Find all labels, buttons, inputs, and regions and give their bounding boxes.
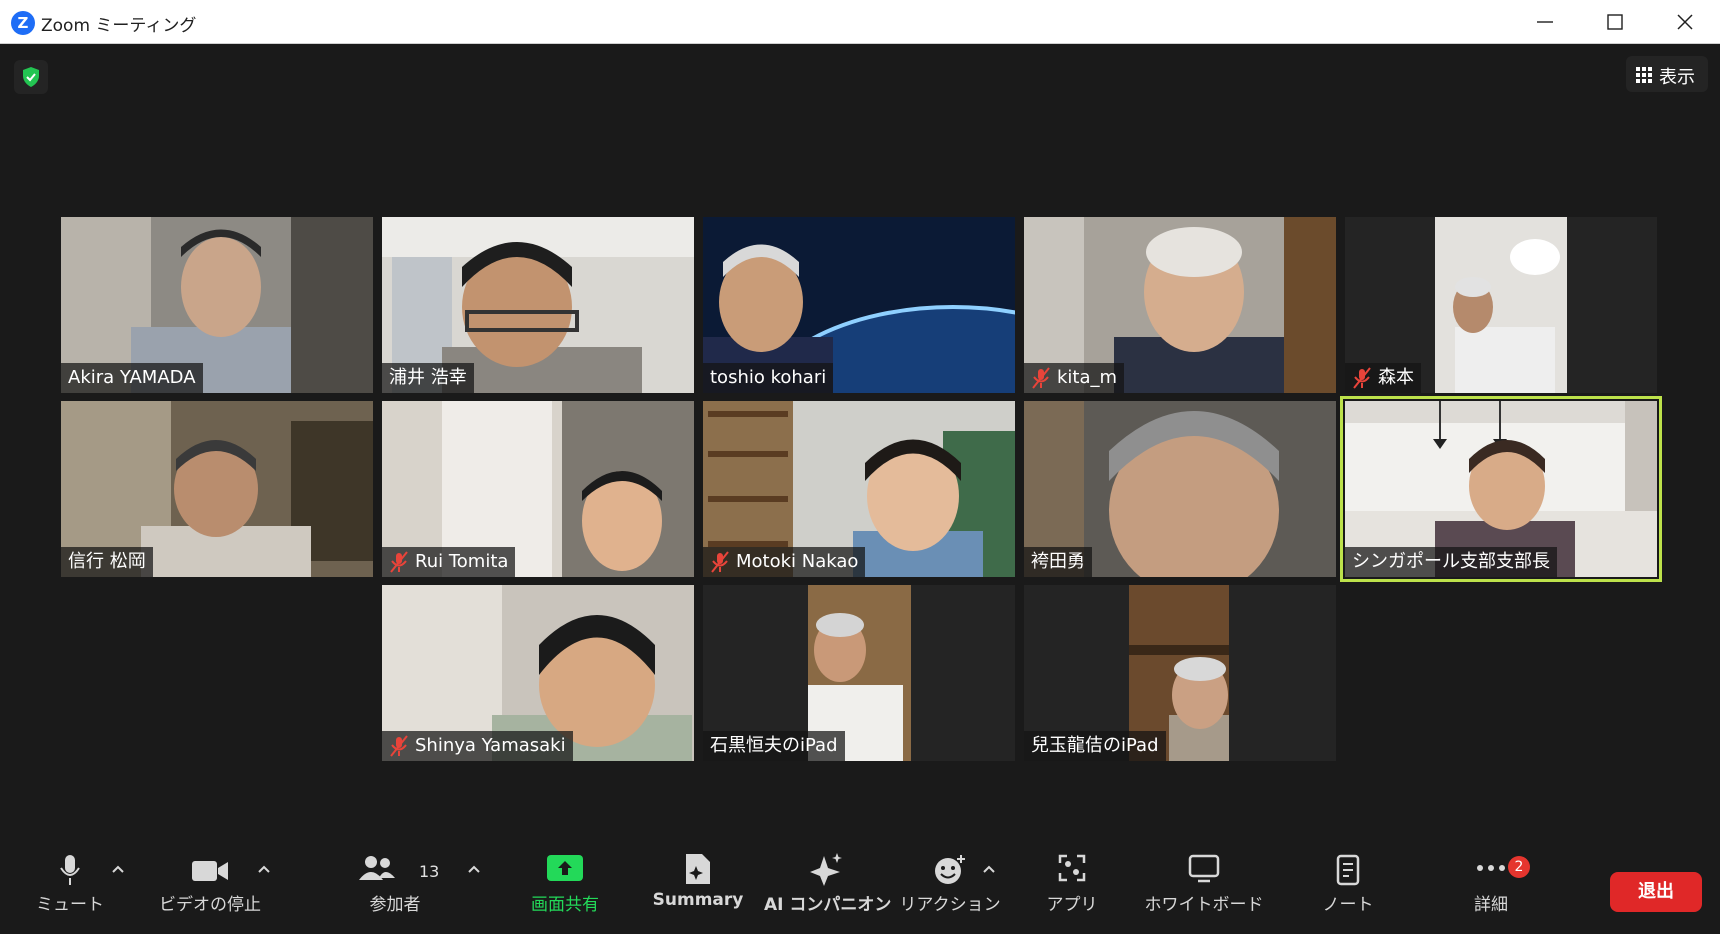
- apps-icon: [1058, 854, 1086, 882]
- video-tile[interactable]: Rui Tomita: [382, 401, 694, 577]
- participant-name: 石黒恒夫のiPad: [710, 735, 838, 756]
- ai-companion-label: AI コンパニオン: [764, 895, 892, 915]
- whiteboard-button[interactable]: ホワイトボード: [1140, 854, 1268, 934]
- whiteboard-icon: [1188, 854, 1220, 883]
- notes-button[interactable]: ノート: [1306, 854, 1390, 934]
- participant-name: Shinya Yamasaki: [415, 735, 566, 756]
- video-tile[interactable]: Shinya Yamasaki: [382, 585, 694, 761]
- stop-video-button[interactable]: ビデオの停止: [150, 854, 270, 934]
- muted-mic-icon: [1353, 367, 1371, 389]
- video-tile[interactable]: 信行 松岡: [61, 401, 373, 577]
- participant-name: 森本: [1378, 367, 1414, 388]
- security-shield-button[interactable]: [14, 60, 48, 94]
- notes-icon: [1336, 854, 1360, 886]
- mute-label: ミュート: [36, 895, 104, 915]
- microphone-icon: [60, 855, 80, 885]
- participant-name: Akira YAMADA: [68, 367, 196, 388]
- video-tile[interactable]: kita_m: [1024, 217, 1336, 393]
- participant-name: シンガポール支部支部長: [1352, 551, 1550, 572]
- participant-name-tag: 石黒恒夫のiPad: [703, 731, 845, 761]
- stop-video-label: ビデオの停止: [159, 895, 261, 915]
- participant-name: 兒玉龍佶のiPad: [1031, 735, 1159, 756]
- participant-count: 13: [419, 862, 440, 881]
- participant-name: kita_m: [1057, 367, 1118, 388]
- participant-name-tag: 袴田勇: [1024, 547, 1092, 577]
- video-tile[interactable]: toshio kohari: [703, 217, 1015, 393]
- whiteboard-label: ホワイトボード: [1144, 895, 1264, 915]
- participant-name-tag: Motoki Nakao: [703, 547, 866, 577]
- meeting-toolbar: ミュート ビデオの停止 参加者 13 画面共有 Summary AI コンパニオ…: [0, 834, 1720, 934]
- minimize-button[interactable]: [1510, 0, 1580, 44]
- video-tile[interactable]: Motoki Nakao: [703, 401, 1015, 577]
- share-screen-label: 画面共有: [531, 895, 599, 915]
- video-tile-active-speaker[interactable]: シンガポール支部支部長: [1340, 396, 1662, 582]
- meeting-stage: 表示 Akira YAMADA 浦井 浩幸 toshio kohari kita…: [0, 44, 1720, 934]
- participants-options-caret-icon[interactable]: [467, 864, 481, 874]
- video-tile[interactable]: 石黒恒夫のiPad: [703, 585, 1015, 761]
- ai-sparkle-icon: [810, 853, 842, 886]
- video-tile[interactable]: 森本: [1345, 217, 1657, 393]
- leave-button[interactable]: 退出: [1610, 872, 1702, 912]
- notification-badge: 2: [1508, 856, 1530, 878]
- reactions-options-caret-icon[interactable]: [982, 864, 996, 874]
- title-bar: Z Zoom ミーティング: [0, 0, 1720, 44]
- participant-name-tag: kita_m: [1024, 363, 1125, 393]
- summary-document-icon: [686, 854, 710, 884]
- close-icon: [1677, 14, 1693, 30]
- video-camera-icon: [192, 861, 228, 881]
- muted-mic-icon: [1032, 367, 1050, 389]
- maximize-button[interactable]: [1580, 0, 1650, 44]
- participant-name: Rui Tomita: [415, 551, 509, 572]
- participant-name: 袴田勇: [1031, 551, 1085, 572]
- mute-button[interactable]: ミュート: [30, 854, 110, 934]
- muted-mic-icon: [390, 551, 408, 573]
- view-button[interactable]: 表示: [1626, 56, 1708, 92]
- muted-mic-icon: [390, 735, 408, 757]
- summary-label: Summary: [652, 890, 744, 910]
- participant-name-tag: 森本: [1345, 363, 1421, 393]
- participant-name-tag: シンガポール支部支部長: [1345, 547, 1557, 577]
- shield-check-icon: [23, 67, 39, 87]
- ai-companion-button[interactable]: AI コンパニオン: [764, 853, 892, 934]
- participant-name-tag: 信行 松岡: [61, 547, 153, 577]
- minimize-icon: [1537, 21, 1553, 23]
- more-ellipsis-icon: [1477, 865, 1505, 871]
- video-tile[interactable]: 袴田勇: [1024, 401, 1336, 577]
- muted-mic-icon: [711, 551, 729, 573]
- participant-name-tag: Shinya Yamasaki: [382, 731, 573, 761]
- smiley-reaction-icon: [935, 855, 965, 884]
- video-tile[interactable]: 兒玉龍佶のiPad: [1024, 585, 1336, 761]
- participant-name-tag: 兒玉龍佶のiPad: [1024, 731, 1166, 761]
- participant-name-tag: Akira YAMADA: [61, 363, 203, 393]
- apps-label: アプリ: [1046, 895, 1098, 915]
- share-screen-button[interactable]: 画面共有: [512, 854, 618, 934]
- participant-name-tag: 浦井 浩幸: [382, 363, 474, 393]
- zoom-logo-icon: Z: [11, 11, 35, 35]
- summary-button[interactable]: Summary: [650, 854, 746, 934]
- participant-name: 信行 松岡: [68, 551, 146, 572]
- apps-button[interactable]: アプリ: [1030, 854, 1114, 934]
- participant-name: toshio kohari: [710, 367, 827, 388]
- participants-label: 参加者: [369, 895, 421, 915]
- more-label: 詳細: [1474, 895, 1508, 915]
- view-label: 表示: [1659, 67, 1695, 88]
- share-screen-icon: [547, 855, 583, 881]
- notes-label: ノート: [1322, 895, 1374, 915]
- participants-icon: [359, 856, 395, 880]
- audio-options-caret-icon[interactable]: [111, 864, 125, 874]
- video-tile[interactable]: Akira YAMADA: [61, 217, 373, 393]
- participant-name: Motoki Nakao: [736, 551, 859, 572]
- participant-name-tag: toshio kohari: [703, 363, 834, 393]
- reactions-label: リアクション: [899, 895, 1001, 915]
- grid-icon: [1636, 67, 1652, 83]
- video-options-caret-icon[interactable]: [257, 864, 271, 874]
- maximize-icon: [1607, 14, 1623, 30]
- window-title: Zoom ミーティング: [41, 16, 197, 36]
- close-button[interactable]: [1650, 0, 1720, 44]
- participant-name: 浦井 浩幸: [389, 367, 467, 388]
- video-tile[interactable]: 浦井 浩幸: [382, 217, 694, 393]
- participant-name-tag: Rui Tomita: [382, 547, 516, 577]
